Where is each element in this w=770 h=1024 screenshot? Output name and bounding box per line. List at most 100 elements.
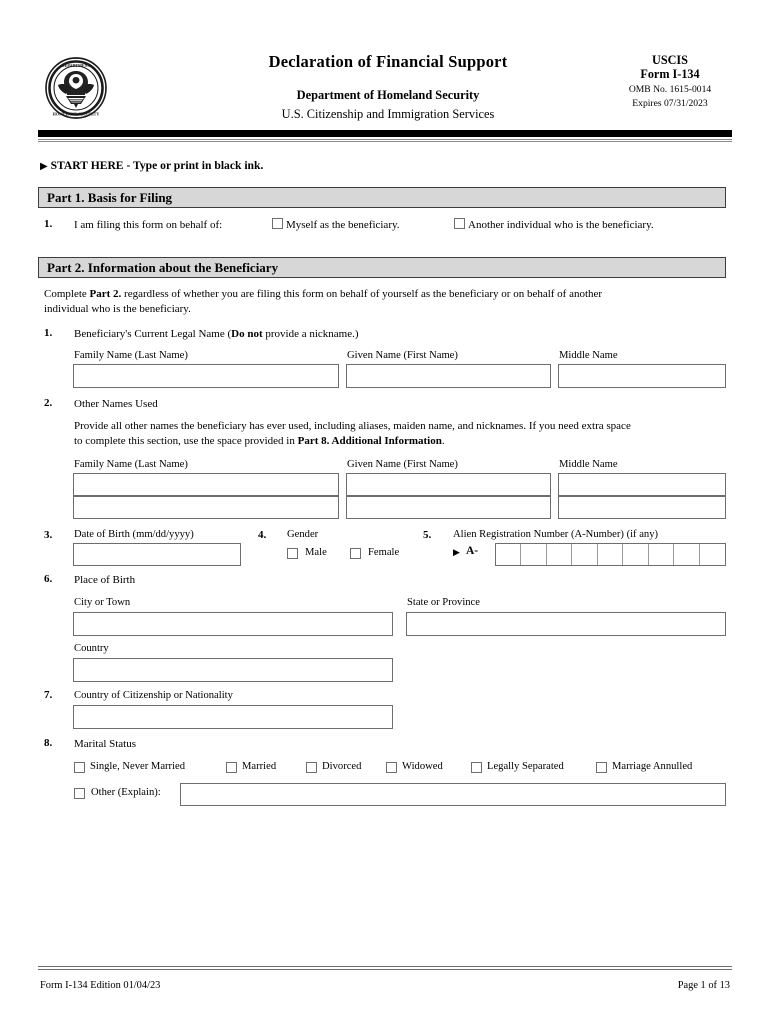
part2-intro-bold: Part 2. bbox=[89, 288, 122, 300]
q6-country-input[interactable] bbox=[73, 658, 393, 682]
part2-intro: Complete Part 2. regardless of whether y… bbox=[44, 287, 734, 316]
q2-family-name-label: Family Name (Last Name) bbox=[74, 459, 188, 470]
q3-date-of-birth-input[interactable] bbox=[73, 543, 241, 566]
footer-divider-1 bbox=[38, 966, 732, 967]
q2-row1-middle-name-input[interactable] bbox=[558, 473, 726, 496]
q2-row2-family-name-input[interactable] bbox=[73, 496, 339, 519]
label-another-beneficiary: Another individual who is the beneficiar… bbox=[468, 219, 654, 231]
label-marital-marriage-annulled: Marriage Annulled bbox=[612, 761, 693, 772]
q1-middle-name-input[interactable] bbox=[558, 364, 726, 388]
checkbox-gender-female[interactable] bbox=[350, 548, 361, 559]
q2-help-line2-post: . bbox=[441, 434, 445, 447]
q3-number: 3. bbox=[44, 529, 53, 541]
alien-number-cell[interactable] bbox=[598, 544, 624, 565]
q2-help-line2-bold: Part 8. Additional Information bbox=[297, 434, 442, 447]
checkbox-another-beneficiary[interactable] bbox=[454, 218, 465, 229]
checkbox-marital-widowed[interactable] bbox=[386, 762, 397, 773]
omb-number: OMB No. 1615-0014 bbox=[628, 84, 712, 95]
q1-text: Beneficiary's Current Legal Name (Do not… bbox=[74, 327, 359, 342]
checkbox-myself-beneficiary[interactable] bbox=[272, 218, 283, 229]
checkbox-gender-male[interactable] bbox=[287, 548, 298, 559]
q4-number: 4. bbox=[258, 529, 267, 541]
start-here-text: START HERE - Type or print in black ink. bbox=[50, 159, 264, 172]
department-name: Department of Homeland Security bbox=[296, 88, 480, 102]
header-form-meta: USCIS Form I-134 OMB No. 1615-0014 Expir… bbox=[610, 53, 730, 110]
q4-gender-label: Gender bbox=[287, 529, 319, 540]
q2-given-name-label: Given Name (First Name) bbox=[347, 459, 458, 470]
q6-city-label: City or Town bbox=[74, 597, 131, 608]
label-marital-legally-separated: Legally Separated bbox=[487, 761, 564, 772]
alien-number-cell[interactable] bbox=[547, 544, 573, 565]
checkbox-marital-other[interactable] bbox=[74, 788, 85, 799]
q2-title: Other Names Used bbox=[74, 398, 158, 410]
q2-number: 2. bbox=[44, 397, 53, 409]
header-divider-thick bbox=[38, 130, 732, 137]
footer-page-number: Page 1 of 13 bbox=[677, 980, 730, 991]
label-marital-married: Married bbox=[242, 761, 277, 772]
q2-row2-middle-name-input[interactable] bbox=[558, 496, 726, 519]
q8-number: 8. bbox=[44, 737, 53, 749]
q1-number: 1. bbox=[44, 327, 53, 339]
svg-text:DEPARTMENT: DEPARTMENT bbox=[62, 63, 91, 68]
checkbox-marital-single-never-married[interactable] bbox=[74, 762, 85, 773]
header-divider-thin-2 bbox=[38, 141, 732, 142]
q6-state-input[interactable] bbox=[406, 612, 726, 636]
q1-given-name-input[interactable] bbox=[346, 364, 551, 388]
dhs-seal-icon: DEPARTMENT HOMELAND SECURITY bbox=[44, 54, 108, 122]
alien-number-cell[interactable] bbox=[521, 544, 547, 565]
q1-text-pre: Beneficiary's Current Legal Name ( bbox=[74, 328, 232, 340]
label-marital-divorced: Divorced bbox=[322, 761, 362, 772]
agency-name: U.S. Citizenship and Immigration Service… bbox=[281, 107, 495, 121]
q7-citizenship-label: Country of Citizenship or Nationality bbox=[74, 690, 233, 701]
part1-heading-bar: Part 1. Basis for Filing bbox=[38, 187, 726, 208]
alien-number-cell[interactable] bbox=[649, 544, 675, 565]
footer-form-edition: Form I-134 Edition 01/04/23 bbox=[40, 980, 161, 991]
alien-number-cell[interactable] bbox=[572, 544, 598, 565]
q6-city-input[interactable] bbox=[73, 612, 393, 636]
q1-family-name-input[interactable] bbox=[73, 364, 339, 388]
q5-a-prefix: A- bbox=[466, 545, 479, 557]
alien-number-cell[interactable] bbox=[700, 544, 725, 565]
q1-text-bold: Do not bbox=[231, 328, 263, 340]
q2-row1-given-name-input[interactable] bbox=[346, 473, 551, 496]
alien-number-cell[interactable] bbox=[674, 544, 700, 565]
q6-state-label: State or Province bbox=[407, 597, 480, 608]
q2-row1-family-name-input[interactable] bbox=[73, 473, 339, 496]
checkbox-marital-marriage-annulled[interactable] bbox=[596, 762, 607, 773]
part2-heading-text: Part 2. Information about the Beneficiar… bbox=[47, 260, 279, 275]
q8-title: Marital Status bbox=[74, 738, 137, 750]
part2-intro-line2: individual who is the beneficiary. bbox=[44, 302, 191, 315]
marital-other-explain-input[interactable] bbox=[180, 783, 726, 806]
q5-alien-number-input[interactable] bbox=[495, 543, 726, 566]
page-title: Declaration of Financial Support bbox=[268, 52, 508, 71]
q1-middle-name-label: Middle Name bbox=[559, 350, 618, 361]
q7-number: 7. bbox=[44, 689, 53, 701]
q5-number: 5. bbox=[423, 529, 432, 541]
svg-text:HOMELAND SECURITY: HOMELAND SECURITY bbox=[53, 112, 100, 117]
uscis-label: USCIS bbox=[652, 53, 688, 67]
part2-intro-post: regardless of whether you are filing thi… bbox=[121, 288, 603, 300]
part2-intro-pre: Complete bbox=[44, 288, 90, 300]
part1-q1-number: 1. bbox=[44, 218, 53, 230]
label-gender-female: Female bbox=[368, 547, 400, 558]
q1-given-name-label: Given Name (First Name) bbox=[347, 350, 458, 361]
form-header: DEPARTMENT HOMELAND SECURITY Declaration… bbox=[38, 52, 732, 130]
q2-help-line1: Provide all other names the beneficiary … bbox=[74, 420, 631, 432]
q2-row2-given-name-input[interactable] bbox=[346, 496, 551, 519]
part2-heading-bar: Part 2. Information about the Beneficiar… bbox=[38, 257, 726, 278]
start-here-arrow-icon: ▶ bbox=[40, 161, 48, 172]
checkbox-marital-legally-separated[interactable] bbox=[471, 762, 482, 773]
start-here-banner: ▶ START HERE - Type or print in black in… bbox=[40, 159, 263, 172]
q1-text-post: provide a nickname.) bbox=[262, 328, 359, 340]
q2-middle-name-label: Middle Name bbox=[559, 459, 618, 470]
q3-date-of-birth-label: Date of Birth (mm/dd/yyyy) bbox=[74, 529, 194, 540]
q7-citizenship-input[interactable] bbox=[73, 705, 393, 729]
alien-number-cell[interactable] bbox=[623, 544, 649, 565]
checkbox-marital-married[interactable] bbox=[226, 762, 237, 773]
label-marital-single-never-married: Single, Never Married bbox=[90, 761, 186, 772]
checkbox-marital-divorced[interactable] bbox=[306, 762, 317, 773]
part1-q1-text: I am filing this form on behalf of: bbox=[74, 219, 223, 231]
alien-number-cell[interactable] bbox=[496, 544, 522, 565]
part1-heading-text: Part 1. Basis for Filing bbox=[47, 190, 173, 205]
q6-title: Place of Birth bbox=[74, 574, 136, 586]
